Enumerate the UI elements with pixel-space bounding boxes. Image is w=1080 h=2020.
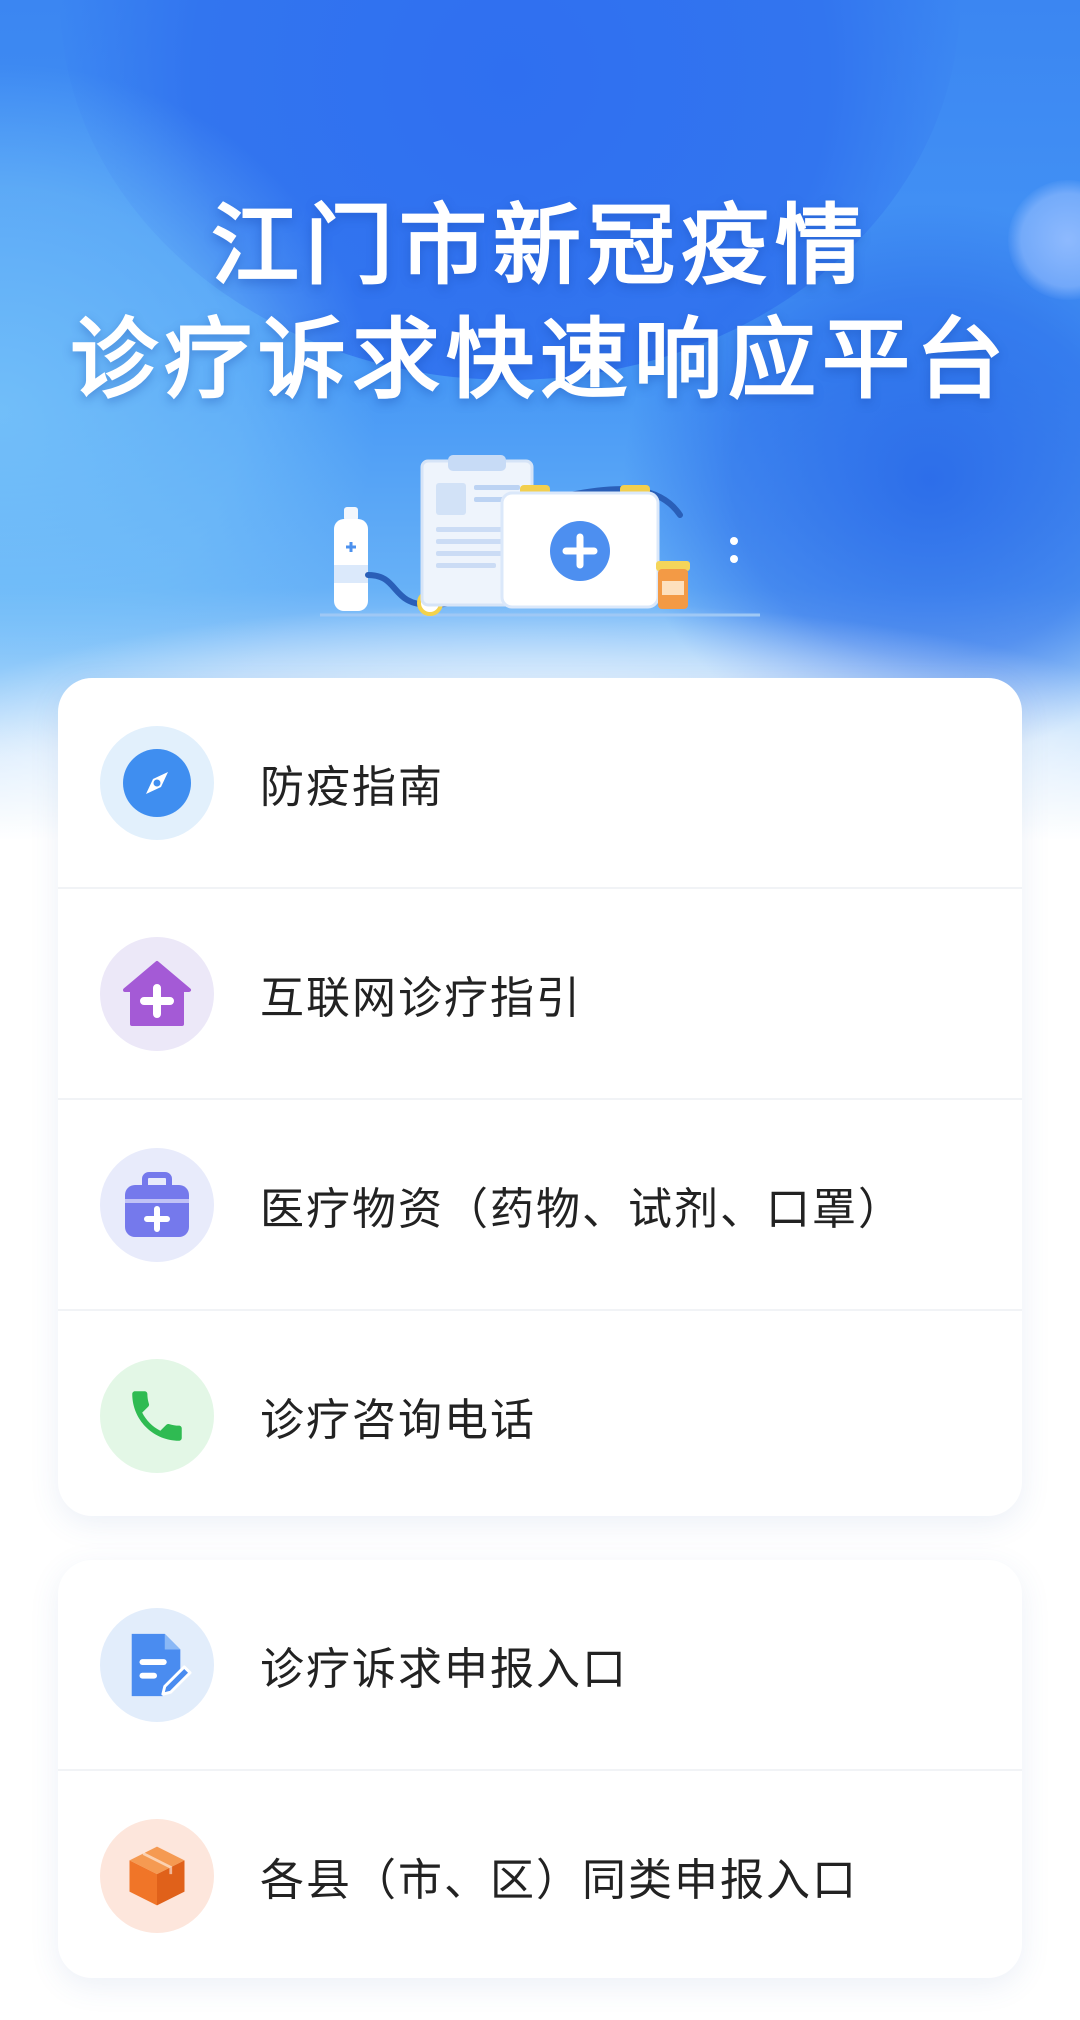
menu-item-label: 医疗物资（药物、试剂、口罩）: [260, 1183, 904, 1235]
cube-icon: [129, 1846, 185, 1905]
icon-badge: [100, 1818, 214, 1933]
menu-item-label: 诊疗咨询电话: [260, 1394, 536, 1446]
bottle-icon: [334, 507, 368, 611]
icon-badge: [100, 1607, 214, 1722]
icon-badge: [100, 725, 214, 840]
menu-item-label: 各县（市、区）同类申报入口: [260, 1854, 858, 1906]
compass-icon: [123, 748, 191, 817]
medical-kit-icon: [125, 1171, 189, 1237]
medical-case-icon: [500, 485, 660, 609]
phone-icon: [132, 1390, 182, 1441]
secondary-menu-card: 诊疗诉求申报入口 各县（市、区）同类申报入口: [58, 1560, 1022, 1978]
hero-title-line1: 江门市新冠疫情: [210, 194, 869, 297]
menu-item-diagnosis-request-entry[interactable]: 诊疗诉求申报入口: [58, 1560, 1022, 1769]
pill-bottle-icon: [656, 561, 690, 609]
document-edit-icon: [131, 1633, 192, 1696]
icon-badge: [100, 936, 214, 1051]
menu-item-label: 诊疗诉求申报入口: [260, 1643, 628, 1695]
hero-title-line2: 诊疗诉求快速响应平台: [69, 308, 1010, 411]
primary-menu-card: 防疫指南 互联网诊疗指引 医疗物资（药物、试剂、口罩） 诊疗咨询电话: [58, 678, 1022, 1516]
menu-item-medical-supplies[interactable]: 医疗物资（药物、试剂、口罩）: [58, 1098, 1022, 1309]
menu-item-label: 互联网诊疗指引: [260, 972, 582, 1024]
menu-item-county-request-entry[interactable]: 各县（市、区）同类申报入口: [58, 1769, 1022, 1978]
menu-item-internet-diagnosis-guide[interactable]: 互联网诊疗指引: [58, 887, 1022, 1098]
medical-illustration: [320, 455, 760, 617]
medical-house-icon: [123, 960, 191, 1026]
menu-item-label: 防疫指南: [260, 761, 444, 813]
menu-item-prevention-guide[interactable]: 防疫指南: [58, 678, 1022, 887]
menu-item-consultation-phone[interactable]: 诊疗咨询电话: [58, 1309, 1022, 1516]
icon-badge: [100, 1147, 214, 1262]
icon-badge: [100, 1358, 214, 1473]
